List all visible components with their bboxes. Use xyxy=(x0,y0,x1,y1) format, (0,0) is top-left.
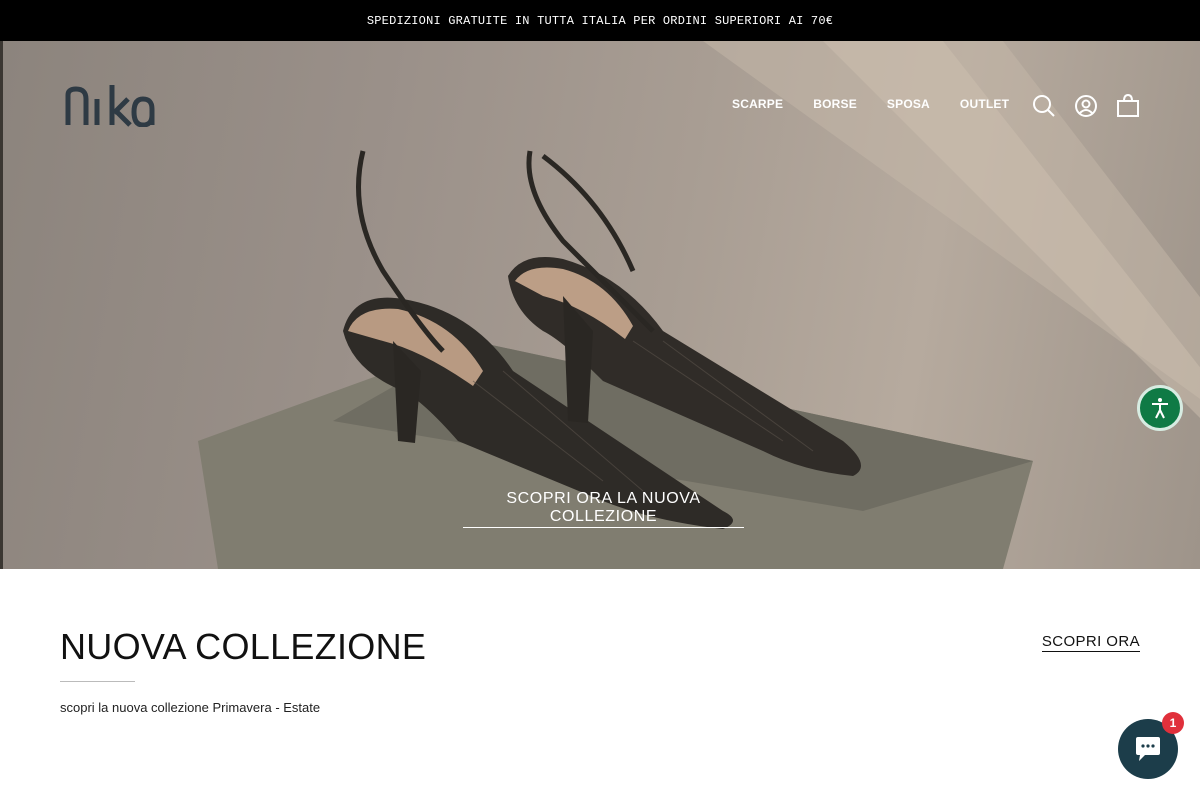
accessibility-icon xyxy=(1152,398,1168,419)
hero-cta-link[interactable]: SCOPRI ORA LA NUOVA COLLEZIONE xyxy=(463,490,744,528)
nav-item-borse[interactable]: BORSE xyxy=(813,97,857,111)
header-icons xyxy=(1032,93,1139,117)
cart-icon[interactable] xyxy=(1116,93,1139,117)
nav-item-outlet[interactable]: OUTLET xyxy=(960,97,1009,111)
nika-logo-icon xyxy=(65,85,155,128)
nav-item-scarpe[interactable]: SCARPE xyxy=(732,97,783,111)
chat-icon xyxy=(1136,737,1160,761)
nav-item-sposa[interactable]: SPOSA xyxy=(887,97,930,111)
site-header: SCARPE BORSE SPOSA OUTLET xyxy=(0,41,1200,171)
brand-logo[interactable] xyxy=(64,85,156,132)
collection-section: NUOVA COLLEZIONE scopri la nuova collezi… xyxy=(60,626,1140,715)
account-icon[interactable] xyxy=(1074,94,1097,117)
main-nav: SCARPE BORSE SPOSA OUTLET xyxy=(732,97,1039,111)
section-divider xyxy=(60,681,135,682)
announcement-bar: SPEDIZIONI GRATUITE IN TUTTA ITALIA PER … xyxy=(0,0,1200,41)
search-icon[interactable] xyxy=(1032,94,1055,117)
chat-notification-badge: 1 xyxy=(1162,712,1184,734)
announcement-text: SPEDIZIONI GRATUITE IN TUTTA ITALIA PER … xyxy=(366,13,834,28)
section-subtitle: scopri la nuova collezione Primavera - E… xyxy=(60,700,321,715)
accessibility-button[interactable] xyxy=(1137,385,1183,431)
section-title: NUOVA COLLEZIONE xyxy=(60,626,427,667)
discover-now-link[interactable]: SCOPRI ORA xyxy=(1041,633,1140,652)
